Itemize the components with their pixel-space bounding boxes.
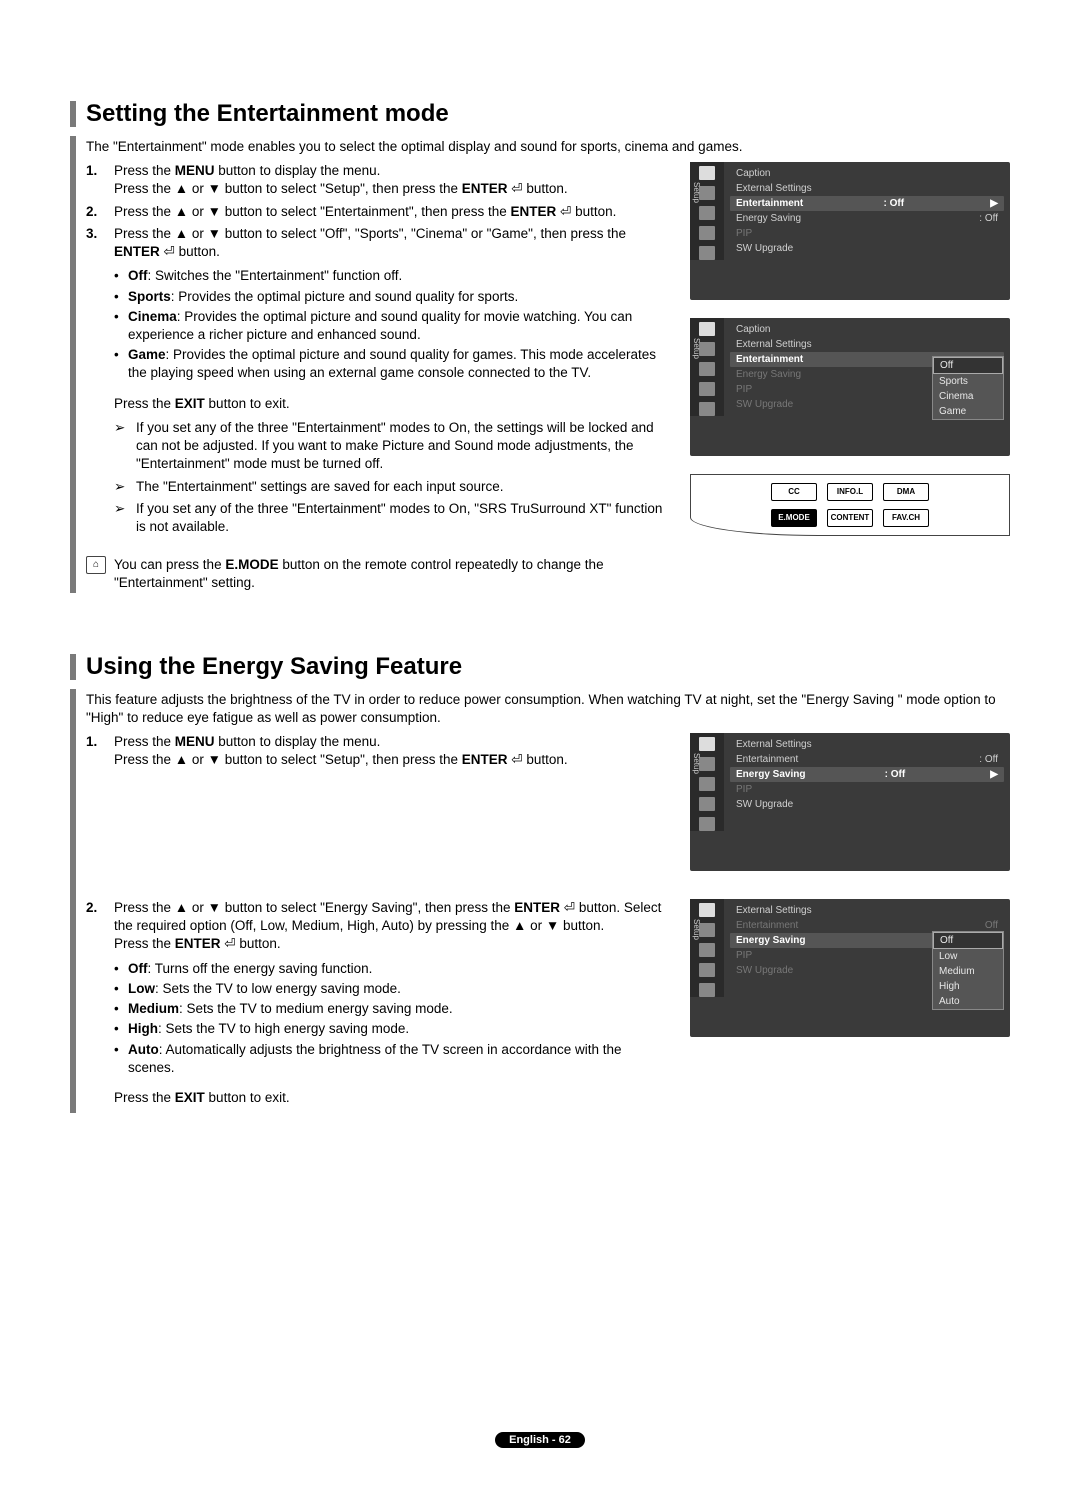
remote-btn-favch: FAV.CH bbox=[883, 509, 929, 527]
step-2: 2. Press the ▲ or ▼ button to select "En… bbox=[86, 899, 670, 1083]
step-1: 1. Press the MENU button to display the … bbox=[86, 733, 670, 769]
osd-item: Entertainment: Off▶ bbox=[730, 196, 1004, 211]
section-title: Setting the Entertainment mode bbox=[86, 100, 449, 128]
bullet-auto: Auto: Automatically adjusts the brightne… bbox=[114, 1041, 670, 1077]
bullet-off: Off: Switches the "Entertainment" functi… bbox=[114, 267, 670, 285]
osd-item: Entertainment: Off bbox=[730, 752, 1004, 767]
section-entertainment: Setting the Entertainment mode The "Ente… bbox=[70, 100, 1010, 593]
remote-btn-info: INFO.L bbox=[827, 483, 873, 501]
osd-popup-option: Sports bbox=[933, 374, 1003, 389]
section-header: Using the Energy Saving Feature bbox=[70, 653, 1010, 681]
section-title: Using the Energy Saving Feature bbox=[86, 653, 462, 681]
exit-line: Press the EXIT button to exit. bbox=[114, 395, 670, 413]
osd-item: PIP bbox=[730, 226, 1004, 241]
remote-btn-dma: DMA bbox=[883, 483, 929, 501]
remote-control: CC INFO.L DMA E.MODE CONTENT FAV.CH bbox=[690, 474, 1010, 536]
osd-sidebar-icon bbox=[699, 206, 715, 220]
bullet-game: Game: Provides the optimal picture and s… bbox=[114, 346, 670, 382]
osd-menu-1: SetupCaptionExternal SettingsEntertainme… bbox=[690, 162, 1010, 300]
bullet-sports: Sports: Provides the optimal picture and… bbox=[114, 288, 670, 306]
osd-sidebar-icon bbox=[699, 923, 715, 937]
osd-sidebar-icon bbox=[699, 963, 715, 977]
intro-bar-icon bbox=[70, 136, 76, 593]
bullet-high: High: Sets the TV to high energy saving … bbox=[114, 1020, 670, 1038]
bullet-low: Low: Sets the TV to low energy saving mo… bbox=[114, 980, 670, 998]
note-2: ➢The "Entertainment" settings are saved … bbox=[114, 478, 670, 496]
osd-sidebar-icon bbox=[699, 362, 715, 376]
section-energy-saving: Using the Energy Saving Feature This fea… bbox=[70, 653, 1010, 1114]
remote-btn-content: CONTENT bbox=[827, 509, 873, 527]
section-header: Setting the Entertainment mode bbox=[70, 100, 1010, 128]
osd-sidebar-icon bbox=[699, 983, 715, 997]
section-intro: This feature adjusts the brightness of t… bbox=[86, 691, 1010, 727]
osd-menu-3: SetupExternal SettingsEntertainment: Off… bbox=[690, 733, 1010, 871]
remote-btn-emode: E.MODE bbox=[771, 509, 817, 527]
osd-sidebar-icon bbox=[699, 402, 715, 416]
osd-sidebar-icon bbox=[699, 322, 715, 336]
osd-popup-option: Low bbox=[933, 949, 1003, 964]
osd-item: Energy Saving: Off bbox=[730, 211, 1004, 226]
osd-popup-option: Game bbox=[933, 404, 1003, 419]
osd-item: PIP bbox=[730, 782, 1004, 797]
osd-item: External Settings bbox=[730, 337, 1004, 352]
note-1: ➢If you set any of the three "Entertainm… bbox=[114, 419, 670, 474]
osd-sidebar-icon bbox=[699, 797, 715, 811]
page-footer: English - 62 bbox=[0, 1432, 1080, 1448]
osd-sidebar-icon bbox=[699, 817, 715, 831]
note-3: ➢If you set any of the three "Entertainm… bbox=[114, 500, 670, 536]
osd-popup-option: High bbox=[933, 979, 1003, 994]
osd-sidebar-icon bbox=[699, 246, 715, 260]
section-intro: The "Entertainment" mode enables you to … bbox=[86, 138, 1010, 156]
osd-sidebar-icon bbox=[699, 166, 715, 180]
osd-sidebar-icon bbox=[699, 777, 715, 791]
bullet-medium: Medium: Sets the TV to medium energy sav… bbox=[114, 1000, 670, 1018]
intro-bar-icon bbox=[70, 689, 76, 1114]
remote-icon: ⌂ bbox=[86, 556, 106, 574]
osd-menu-2: SetupCaptionExternal SettingsEntertainme… bbox=[690, 318, 1010, 456]
header-bar-icon bbox=[70, 101, 76, 127]
osd-sidebar-icon bbox=[699, 757, 715, 771]
osd-item: SW Upgrade bbox=[730, 797, 1004, 812]
osd-sidebar-icon bbox=[699, 342, 715, 356]
osd-item: External Settings bbox=[730, 181, 1004, 196]
osd-item: Caption bbox=[730, 322, 1004, 337]
osd-item: SW Upgrade bbox=[730, 241, 1004, 256]
osd-sidebar-icon bbox=[699, 903, 715, 917]
remote-btn-cc: CC bbox=[771, 483, 817, 501]
step-1: 1. Press the MENU button to display the … bbox=[86, 162, 670, 198]
osd-sidebar-icon bbox=[699, 382, 715, 396]
exit-line: Press the EXIT button to exit. bbox=[114, 1089, 670, 1107]
osd-popup-option: Off bbox=[933, 932, 1003, 949]
osd-popup-option: Off bbox=[933, 357, 1003, 374]
osd-item: External Settings bbox=[730, 737, 1004, 752]
osd-menu-4: SetupExternal SettingsEntertainmentOffEn… bbox=[690, 899, 1010, 1037]
osd-popup-option: Cinema bbox=[933, 389, 1003, 404]
osd-popup-option: Medium bbox=[933, 964, 1003, 979]
header-bar-icon bbox=[70, 654, 76, 680]
remote-note: ⌂ You can press the E.MODE button on the… bbox=[86, 556, 670, 592]
osd-sidebar-icon bbox=[699, 186, 715, 200]
page-number: English - 62 bbox=[495, 1432, 585, 1448]
osd-item: Caption bbox=[730, 166, 1004, 181]
osd-item: External Settings bbox=[730, 903, 1004, 918]
step-2: 2. Press the ▲ or ▼ button to select "En… bbox=[86, 203, 670, 221]
step-3: 3. Press the ▲ or ▼ button to select "Of… bbox=[86, 225, 670, 389]
osd-sidebar-icon bbox=[699, 226, 715, 240]
osd-item: Energy Saving: Off▶ bbox=[730, 767, 1004, 782]
osd-sidebar-icon bbox=[699, 943, 715, 957]
bullet-off: Off: Turns off the energy saving functio… bbox=[114, 960, 670, 978]
bullet-cinema: Cinema: Provides the optimal picture and… bbox=[114, 308, 670, 344]
osd-sidebar-icon bbox=[699, 737, 715, 751]
osd-popup-option: Auto bbox=[933, 994, 1003, 1009]
